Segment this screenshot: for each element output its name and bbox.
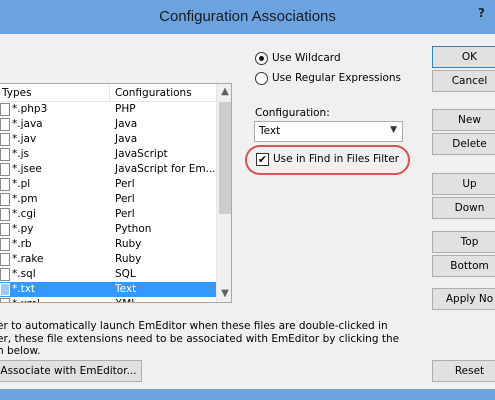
chevron-down-icon: ▼ — [390, 125, 397, 135]
list-item[interactable]: *.xml XML — [0, 297, 216, 302]
description-line: er, these file extensions need to be ass… — [0, 332, 400, 345]
file-type-icon — [0, 208, 10, 221]
file-extension: *.java — [12, 118, 43, 130]
list-item[interactable]: *.jav Java — [0, 132, 216, 147]
associations-list[interactable]: Types Configurations *.php3 PHP *.java Java… — [0, 83, 232, 303]
bottom-button[interactable]: Bottom — [432, 255, 495, 277]
new-button[interactable]: New — [432, 109, 495, 131]
window-title: Configuration Associations — [159, 8, 336, 25]
file-type-icon — [0, 163, 10, 176]
configuration-name: JavaScript for Em... — [115, 163, 216, 175]
configuration-value: Text — [259, 125, 281, 137]
configuration-name: Ruby — [115, 238, 142, 250]
configuration-name: Perl — [115, 208, 135, 220]
file-extension: *.xml — [12, 297, 40, 302]
configuration-name: Text — [115, 283, 137, 295]
reset-button[interactable]: Reset — [432, 360, 495, 382]
radio-dot-icon — [255, 52, 268, 65]
configuration-name: SQL — [115, 268, 136, 280]
list-item[interactable]: *.jsee JavaScript for Em... — [0, 162, 216, 177]
use-wildcard-label: Use Wildcard — [272, 52, 341, 64]
file-type-icon — [0, 268, 10, 281]
file-type-icon — [0, 223, 10, 236]
file-extension: *.sql — [12, 268, 36, 280]
list-item[interactable]: *.php3 PHP — [0, 102, 216, 117]
checkmark-icon: ✔ — [256, 153, 269, 166]
configuration-select[interactable]: Text ▼ — [254, 121, 403, 142]
list-item[interactable]: *.py Python — [0, 222, 216, 237]
file-type-icon — [0, 238, 10, 251]
file-extension: *.pm — [12, 193, 38, 205]
list-header: Types Configurations — [0, 84, 216, 102]
column-header-configurations[interactable]: Configurations — [115, 87, 192, 99]
file-extension: *.rake — [12, 253, 44, 265]
configuration-name: Perl — [115, 193, 135, 205]
configuration-name: Java — [115, 133, 138, 145]
file-extension: *.pl — [12, 178, 31, 190]
find-filter-label: Use in Find in Files Filter — [273, 153, 400, 165]
down-button[interactable]: Down — [432, 197, 495, 219]
file-extension: *.jsee — [12, 163, 42, 175]
ok-button[interactable]: OK — [432, 46, 495, 68]
file-extension: *.txt — [12, 283, 36, 295]
list-item[interactable]: *.java Java — [0, 117, 216, 132]
file-extension: *.cgi — [12, 208, 36, 220]
configuration-name: PHP — [115, 103, 136, 115]
scroll-thumb[interactable] — [219, 102, 231, 214]
scroll-down-icon[interactable]: ▼ — [217, 286, 231, 302]
file-type-icon — [0, 178, 10, 191]
up-button[interactable]: Up — [432, 173, 495, 195]
list-item[interactable]: *.pm Perl — [0, 192, 216, 207]
list-scrollbar[interactable]: ▲ ▼ — [216, 84, 231, 302]
file-type-icon — [0, 103, 10, 116]
file-type-icon — [0, 298, 10, 302]
delete-button[interactable]: Delete — [432, 133, 495, 155]
list-item[interactable]: *.js JavaScript — [0, 147, 216, 162]
list-item[interactable]: *.cgi Perl — [0, 207, 216, 222]
configuration-label: Configuration: — [255, 107, 330, 119]
file-type-icon — [0, 253, 10, 266]
use-regex-label: Use Regular Expressions — [272, 72, 402, 84]
help-button[interactable]: ? — [468, 6, 495, 26]
file-extension: *.js — [12, 148, 29, 160]
file-extension: *.jav — [12, 133, 37, 145]
association-description: er to automatically launch EmEditor when… — [0, 320, 400, 358]
configuration-name: JavaScript — [115, 148, 168, 160]
file-extension: *.py — [12, 223, 34, 235]
file-type-icon — [0, 283, 10, 296]
file-type-icon — [0, 133, 10, 146]
configuration-name: Ruby — [115, 253, 142, 265]
radio-dot-icon — [255, 72, 268, 85]
description-line: er to automatically launch EmEditor when… — [0, 320, 388, 332]
list-item[interactable]: *.txt Text — [0, 282, 216, 297]
cancel-button[interactable]: Cancel — [432, 70, 495, 92]
column-separator — [109, 84, 110, 102]
title-bar: Configuration Associations ? — [0, 0, 495, 34]
file-type-icon — [0, 148, 10, 161]
file-type-icon — [0, 193, 10, 206]
list-item[interactable]: *.pl Perl — [0, 177, 216, 192]
file-extension: *.php3 — [12, 103, 48, 115]
column-header-types[interactable]: Types — [2, 87, 32, 99]
top-button[interactable]: Top — [432, 231, 495, 253]
configuration-name: XML — [115, 297, 137, 302]
list-rows: *.php3 PHP *.java Java *.jav Java *.js JavaScri… — [0, 102, 216, 302]
description-line: n below. — [0, 345, 41, 357]
dialog-body: Types Configurations *.php3 PHP *.java Java… — [0, 34, 495, 389]
list-item[interactable]: *.rb Ruby — [0, 237, 216, 252]
configuration-name: Java — [115, 118, 138, 130]
configuration-name: Perl — [115, 178, 135, 190]
list-item[interactable]: *.rake Ruby — [0, 252, 216, 267]
list-item[interactable]: *.sql SQL — [0, 267, 216, 282]
file-extension: *.rb — [12, 238, 32, 250]
window-bottom-border — [0, 389, 495, 400]
configuration-name: Python — [115, 223, 152, 235]
apply-now-button[interactable]: Apply No — [432, 288, 495, 310]
associate-with-emeditor-button[interactable]: Associate with EmEditor... — [0, 360, 142, 382]
scroll-up-icon[interactable]: ▲ — [217, 84, 231, 100]
file-type-icon — [0, 118, 10, 131]
